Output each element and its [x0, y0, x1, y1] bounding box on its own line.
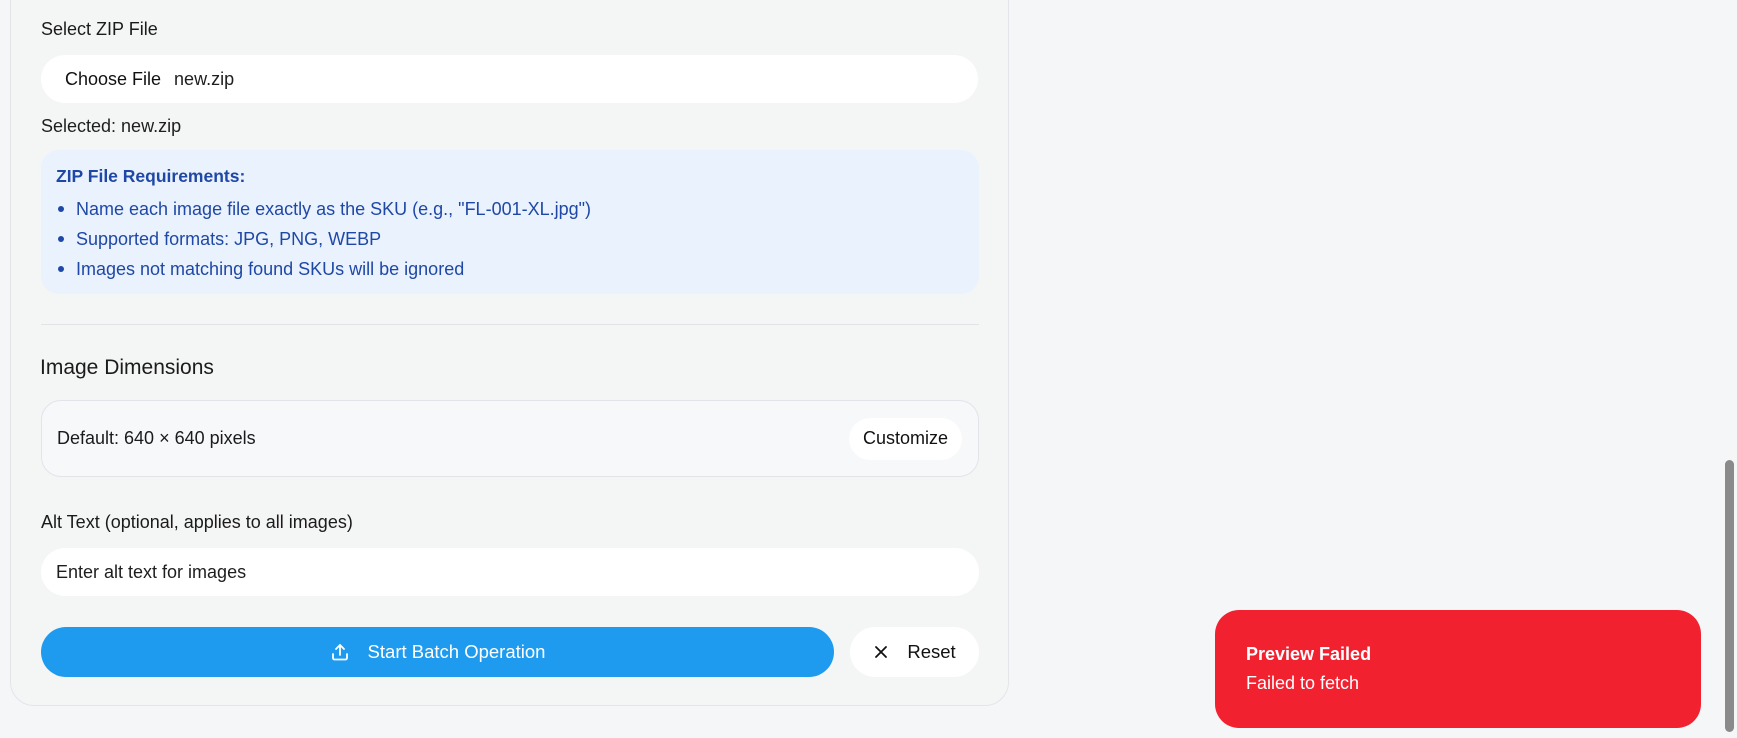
alt-text-input[interactable]	[41, 548, 979, 596]
upload-icon	[330, 642, 350, 662]
toast-message: Failed to fetch	[1246, 673, 1360, 693]
image-dimensions-title: Image Dimensions	[40, 356, 214, 379]
bullet-icon	[58, 266, 64, 272]
close-icon	[873, 644, 889, 660]
requirements-title: ZIP File Requirements:	[56, 166, 246, 186]
section-divider	[41, 324, 979, 325]
page: Select ZIP File Choose File new.zip Sele…	[0, 0, 1737, 738]
requirement-text: Supported formats: JPG, PNG, WEBP	[76, 229, 382, 249]
start-batch-button[interactable]: Start Batch Operation	[41, 627, 834, 677]
reset-button[interactable]: Reset	[850, 627, 979, 677]
customize-button[interactable]: Customize	[848, 417, 962, 460]
image-dimensions-box: Default: 640 × 640 pixels Customize	[41, 400, 979, 477]
choose-file-button[interactable]: Choose File	[65, 69, 161, 90]
selected-file-text: Selected: new.zip	[41, 116, 182, 136]
bullet-icon	[58, 206, 64, 212]
selected-file-name: new.zip	[174, 68, 235, 89]
start-batch-label: Start Batch Operation	[367, 641, 546, 662]
batch-upload-card	[10, 0, 1009, 706]
requirement-text: Name each image file exactly as the SKU …	[76, 199, 592, 219]
requirement-item: Supported formats: JPG, PNG, WEBP	[56, 224, 964, 254]
default-dimensions-text: Default: 640 × 640 pixels	[57, 428, 256, 448]
requirement-item: Name each image file exactly as the SKU …	[56, 194, 964, 224]
reset-label: Reset	[907, 641, 956, 662]
requirement-item: Images not matching found SKUs will be i…	[56, 254, 964, 284]
zip-file-input[interactable]: Choose File new.zip	[41, 55, 978, 103]
toast-title: Preview Failed	[1246, 644, 1372, 664]
scrollbar-thumb[interactable]	[1725, 460, 1734, 732]
requirement-text: Images not matching found SKUs will be i…	[76, 259, 465, 279]
bullet-icon	[58, 236, 64, 242]
requirements-list: Name each image file exactly as the SKU …	[56, 194, 964, 284]
zip-file-label: Select ZIP File	[41, 19, 158, 39]
error-toast[interactable]: Preview Failed Failed to fetch	[1215, 610, 1701, 728]
alt-text-label: Alt Text (optional, applies to all image…	[41, 512, 353, 532]
zip-requirements-box: ZIP File Requirements: Name each image f…	[41, 150, 979, 294]
